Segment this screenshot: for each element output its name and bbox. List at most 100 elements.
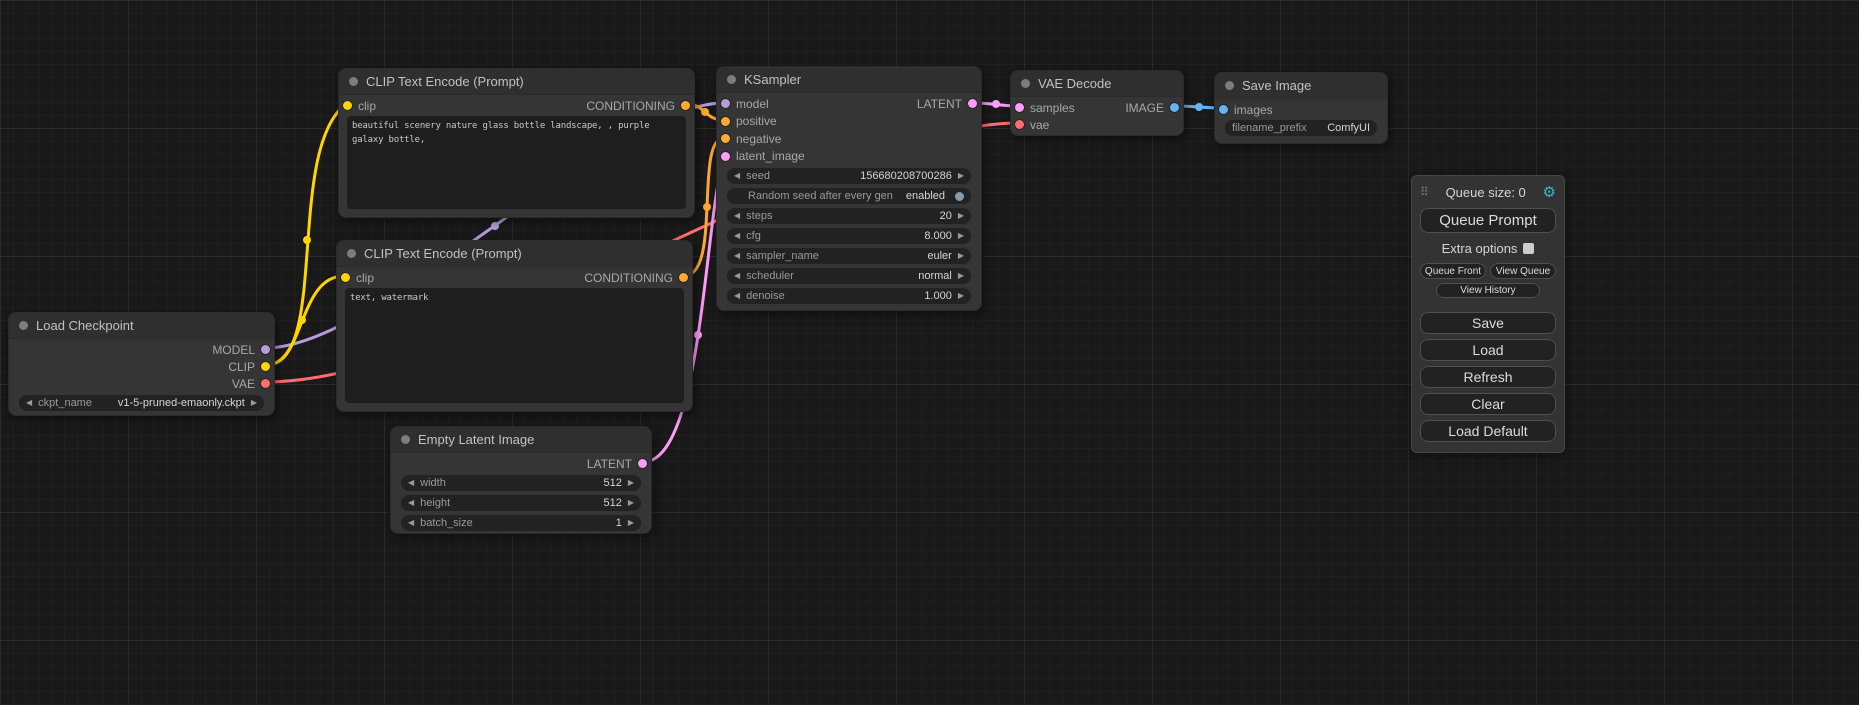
widget-seed[interactable]: ◀ seed 156680208700286 ▶ <box>727 168 971 184</box>
node-clip-text-encode-positive[interactable]: CLIP Text Encode (Prompt) clip CONDITION… <box>338 68 695 218</box>
widget-random-seed-toggle[interactable]: Random seed after every gen enabled <box>727 188 971 204</box>
node-title: KSampler <box>744 72 801 87</box>
node-title-bar[interactable]: Load Checkpoint <box>9 313 274 339</box>
collapse-dot-icon[interactable] <box>1021 79 1030 88</box>
decrement-arrow-icon[interactable]: ◀ <box>734 292 740 300</box>
output-port-label: CLIP <box>228 360 255 374</box>
node-ksampler[interactable]: KSampler model LATENT positive negative … <box>716 66 982 311</box>
node-title-bar[interactable]: KSampler <box>717 67 981 93</box>
decrement-arrow-icon[interactable]: ◀ <box>26 399 32 407</box>
collapse-dot-icon[interactable] <box>19 321 28 330</box>
port-vae-input[interactable] <box>1015 120 1024 129</box>
load-default-button[interactable]: Load Default <box>1420 420 1556 442</box>
port-model-input[interactable] <box>721 99 730 108</box>
widget-cfg[interactable]: ◀ cfg 8.000 ▶ <box>727 228 971 244</box>
view-queue-button[interactable]: View Queue <box>1490 263 1556 279</box>
decrement-arrow-icon[interactable]: ◀ <box>734 172 740 180</box>
increment-arrow-icon[interactable]: ▶ <box>958 292 964 300</box>
node-vae-decode[interactable]: VAE Decode samples IMAGE vae <box>1010 70 1184 136</box>
queue-panel[interactable]: ⠿ Queue size: 0 ⚙ Queue Prompt Extra opt… <box>1411 175 1565 453</box>
node-title: CLIP Text Encode (Prompt) <box>366 74 524 89</box>
increment-arrow-icon[interactable]: ▶ <box>628 479 634 487</box>
port-conditioning-output[interactable] <box>679 273 688 282</box>
port-positive-input[interactable] <box>721 117 730 126</box>
widget-filename-prefix[interactable]: filename_prefix ComfyUI <box>1225 120 1377 136</box>
refresh-button[interactable]: Refresh <box>1420 366 1556 388</box>
collapse-dot-icon[interactable] <box>347 249 356 258</box>
port-images-input[interactable] <box>1219 105 1228 114</box>
queue-front-button[interactable]: Queue Front <box>1420 263 1486 279</box>
widget-batch-size[interactable]: ◀ batch_size 1 ▶ <box>401 515 641 531</box>
port-samples-input[interactable] <box>1015 103 1024 112</box>
port-image-output[interactable] <box>1170 103 1179 112</box>
port-model-output[interactable] <box>261 345 270 354</box>
widget-width[interactable]: ◀ width 512 ▶ <box>401 475 641 491</box>
increment-arrow-icon[interactable]: ▶ <box>628 519 634 527</box>
port-conditioning-output[interactable] <box>681 101 690 110</box>
port-latent-output[interactable] <box>968 99 977 108</box>
toggle-on-indicator[interactable] <box>955 192 964 201</box>
node-title-bar[interactable]: Save Image <box>1215 73 1387 99</box>
widget-sampler-name[interactable]: ◀ sampler_name euler ▶ <box>727 248 971 264</box>
increment-arrow-icon[interactable]: ▶ <box>958 272 964 280</box>
node-title-bar[interactable]: CLIP Text Encode (Prompt) <box>339 69 694 95</box>
input-port-label: latent_image <box>736 149 805 163</box>
port-latent-output[interactable] <box>638 459 647 468</box>
widget-denoise[interactable]: ◀ denoise 1.000 ▶ <box>727 288 971 304</box>
collapse-dot-icon[interactable] <box>349 77 358 86</box>
load-button[interactable]: Load <box>1420 339 1556 361</box>
port-latent-image-input[interactable] <box>721 152 730 161</box>
widget-value: 156680208700286 <box>860 170 952 182</box>
save-button[interactable]: Save <box>1420 312 1556 334</box>
increment-arrow-icon[interactable]: ▶ <box>958 212 964 220</box>
node-load-checkpoint[interactable]: Load Checkpoint MODEL CLIP VAE ◀ ckpt_na… <box>8 312 275 416</box>
widget-label: steps <box>746 210 772 222</box>
node-title-bar[interactable]: VAE Decode <box>1011 71 1183 97</box>
graph-canvas[interactable]: Load Checkpoint MODEL CLIP VAE ◀ ckpt_na… <box>0 0 1859 705</box>
node-save-image[interactable]: Save Image images filename_prefix ComfyU… <box>1214 72 1388 144</box>
collapse-dot-icon[interactable] <box>401 435 410 444</box>
decrement-arrow-icon[interactable]: ◀ <box>734 212 740 220</box>
input-port-label: samples <box>1030 101 1075 115</box>
port-vae-output[interactable] <box>261 379 270 388</box>
drag-handle-icon[interactable]: ⠿ <box>1420 185 1429 199</box>
node-title-bar[interactable]: CLIP Text Encode (Prompt) <box>337 241 692 267</box>
increment-arrow-icon[interactable]: ▶ <box>958 232 964 240</box>
prompt-textarea[interactable]: text, watermark <box>345 288 684 403</box>
increment-arrow-icon[interactable]: ▶ <box>628 499 634 507</box>
widget-scheduler[interactable]: ◀ scheduler normal ▶ <box>727 268 971 284</box>
port-clip-output[interactable] <box>261 362 270 371</box>
node-title-bar[interactable]: Empty Latent Image <box>391 427 651 453</box>
output-port-label: IMAGE <box>1125 101 1164 115</box>
node-clip-text-encode-negative[interactable]: CLIP Text Encode (Prompt) clip CONDITION… <box>336 240 693 412</box>
clear-button[interactable]: Clear <box>1420 393 1556 415</box>
widget-height[interactable]: ◀ height 512 ▶ <box>401 495 641 511</box>
decrement-arrow-icon[interactable]: ◀ <box>734 232 740 240</box>
settings-gear-icon[interactable]: ⚙ <box>1543 185 1556 200</box>
decrement-arrow-icon[interactable]: ◀ <box>734 252 740 260</box>
decrement-arrow-icon[interactable]: ◀ <box>408 479 414 487</box>
decrement-arrow-icon[interactable]: ◀ <box>408 519 414 527</box>
widget-steps[interactable]: ◀ steps 20 ▶ <box>727 208 971 224</box>
increment-arrow-icon[interactable]: ▶ <box>958 172 964 180</box>
widget-label: sampler_name <box>746 250 819 262</box>
port-clip-input[interactable] <box>343 101 352 110</box>
wire-midpoint-dot <box>1195 103 1203 111</box>
decrement-arrow-icon[interactable]: ◀ <box>408 499 414 507</box>
extra-options-checkbox[interactable] <box>1523 243 1534 254</box>
widget-label: batch_size <box>420 517 473 529</box>
increment-arrow-icon[interactable]: ▶ <box>251 399 257 407</box>
port-negative-input[interactable] <box>721 134 730 143</box>
queue-prompt-button[interactable]: Queue Prompt <box>1420 208 1556 233</box>
node-empty-latent-image[interactable]: Empty Latent Image LATENT ◀ width 512 ▶ … <box>390 426 652 534</box>
widget-ckpt-name[interactable]: ◀ ckpt_name v1-5-pruned-emaonly.ckpt ▶ <box>19 395 264 411</box>
collapse-dot-icon[interactable] <box>727 75 736 84</box>
collapse-dot-icon[interactable] <box>1225 81 1234 90</box>
decrement-arrow-icon[interactable]: ◀ <box>734 272 740 280</box>
increment-arrow-icon[interactable]: ▶ <box>958 252 964 260</box>
port-clip-input[interactable] <box>341 273 350 282</box>
input-port-label: vae <box>1030 118 1049 132</box>
widget-label: ckpt_name <box>38 397 92 409</box>
view-history-button[interactable]: View History <box>1436 283 1539 298</box>
prompt-textarea[interactable]: beautiful scenery nature glass bottle la… <box>347 116 686 209</box>
